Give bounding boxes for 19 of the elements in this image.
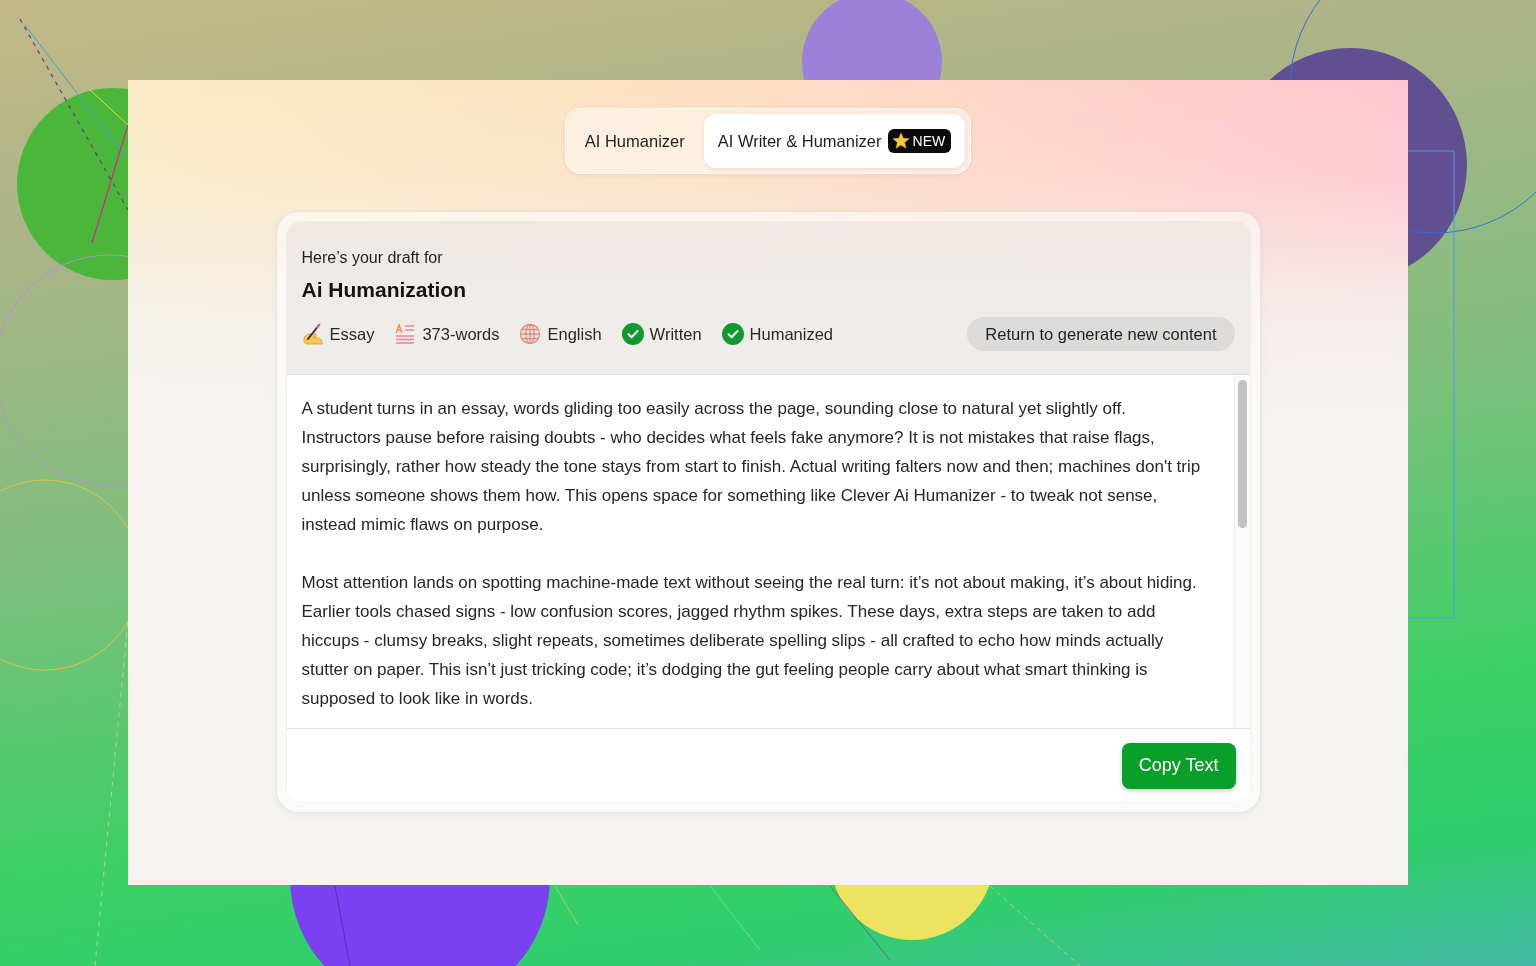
meta-label: English bbox=[547, 324, 602, 344]
tab[interactable]: AI Humanizer bbox=[570, 114, 699, 168]
scrollbar-thumb[interactable] bbox=[1237, 380, 1247, 528]
meta-label: Humanized bbox=[749, 324, 834, 344]
meta-label: Essay bbox=[329, 324, 375, 344]
new-badge: NEW bbox=[887, 129, 952, 153]
star-icon bbox=[891, 132, 910, 150]
draft-paragraph: A student turns in an essay, words gliding too easily across the page, sounding close to natural yet slightly off. Instructors pause before raising doubts - who decides what feels fake anymore? It is not mistakes that raise flags, surprisingly, rather how steady the tone stays from start to finish. Actual writing falters now and then; machines don't trip unless someone shows them how. This opens space for something like Clever Ai Humanizer - to tweak not sense, instead mimic flaws on purpose. bbox=[301, 398, 1202, 536]
globe-icon bbox=[519, 323, 542, 345]
meta-label: Written bbox=[649, 324, 702, 344]
writing-hand-icon bbox=[301, 323, 324, 345]
tab[interactable]: AI Writer & Humanizer NEW bbox=[703, 114, 966, 168]
return-button[interactable]: Return to generate new content bbox=[967, 317, 1235, 351]
draft-title: Ai Humanization bbox=[301, 277, 467, 302]
text-lines-icon bbox=[394, 323, 417, 345]
copy-text-button[interactable]: Copy Text bbox=[1121, 742, 1236, 789]
meta-label: 373-words bbox=[422, 324, 500, 344]
draft-paragraph: Most attention lands on spotting machine-made text without seeing the real turn: it’s not about making, it’s about hiding. Earlier tools chased signs - low confusion scores, jagged rhythm spikes. These days, extra steps are taken to add hiccups - clumsy breaks, slight repeats, sometimes deliberate spelling slips - all crafted to echo how minds actually stutter on paper. This isn’t just tricking code; it’s dodging the gut feeling people carry about what smart thinking is supposed to look like in words. bbox=[301, 572, 1198, 710]
draft-intro: Here’s your draft for bbox=[301, 248, 444, 268]
